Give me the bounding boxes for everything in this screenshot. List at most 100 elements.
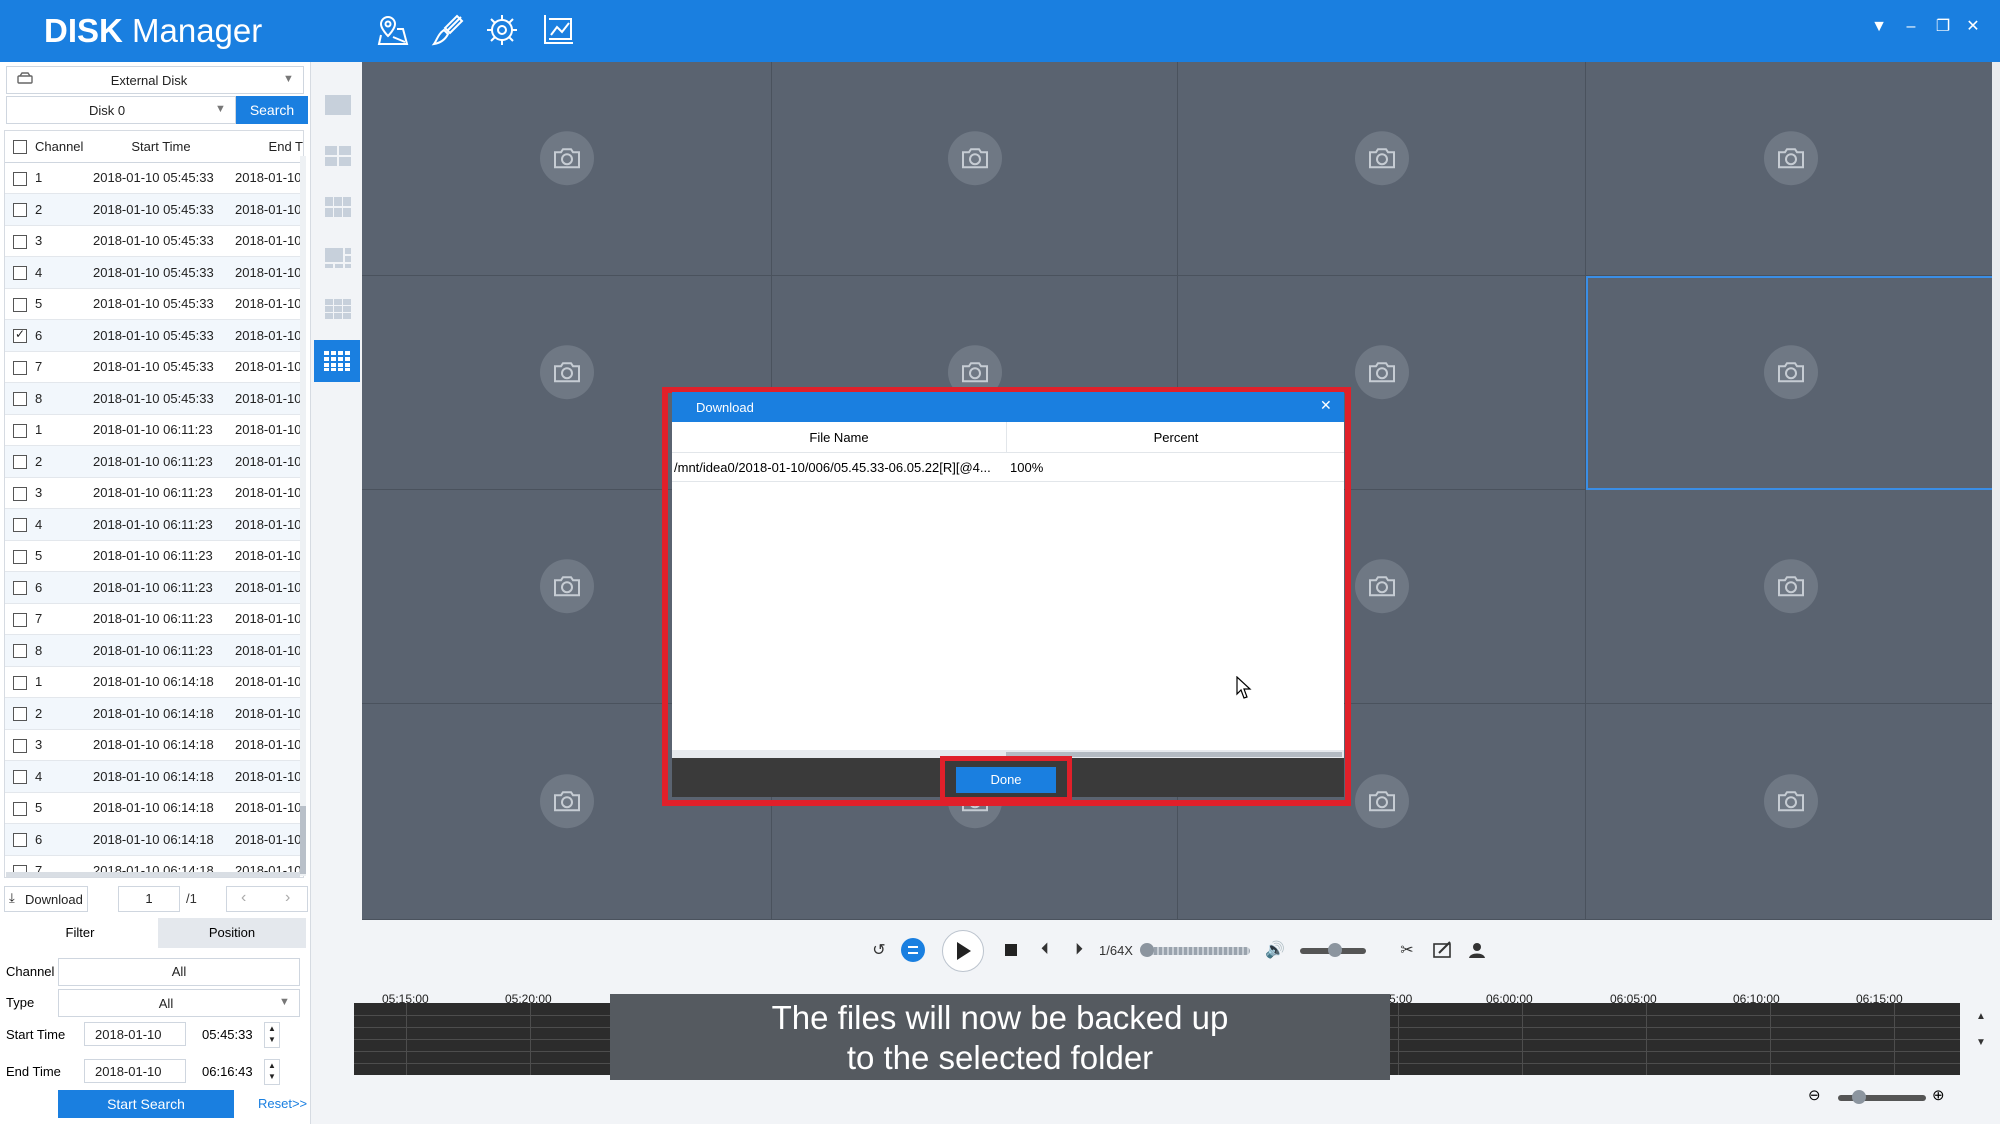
row-checkbox[interactable] — [13, 801, 27, 816]
table-row[interactable]: 62018-01-10 05:45:332018-01-10 — [5, 319, 303, 352]
row-checkbox[interactable] — [13, 360, 27, 375]
dialog-close-icon[interactable]: ✕ — [1320, 397, 1332, 414]
layout-16-button[interactable] — [314, 340, 360, 382]
select-all-cell[interactable] — [5, 131, 35, 163]
menu-dropdown-icon[interactable]: ▼ — [1866, 14, 1892, 40]
row-checkbox[interactable] — [13, 266, 27, 281]
start-time-input[interactable]: 05:45:33 — [202, 1027, 253, 1042]
step-back-icon[interactable]: ⏴ — [1030, 934, 1060, 966]
done-button[interactable]: Done — [956, 767, 1056, 793]
gear-icon[interactable] — [482, 10, 522, 50]
row-checkbox-cell[interactable] — [5, 760, 35, 793]
video-cell[interactable] — [1178, 62, 1586, 276]
table-row[interactable]: 5 2018-01-10 05:45:33 2018-01-10 — [5, 288, 303, 320]
row-checkbox-cell[interactable] — [5, 162, 35, 194]
list-scrollbar-thumb[interactable] — [300, 806, 306, 874]
minimize-icon[interactable]: – — [1898, 14, 1924, 40]
end-time-stepper[interactable]: ▲ ▼ — [264, 1059, 280, 1085]
video-cell[interactable] — [1586, 704, 1996, 920]
row-checkbox[interactable] — [13, 327, 27, 344]
row-checkbox-cell[interactable] — [5, 319, 35, 352]
list-hscrollbar[interactable] — [6, 872, 300, 877]
row-checkbox-cell[interactable] — [5, 666, 35, 698]
start-time-stepper[interactable]: ▲ ▼ — [264, 1022, 280, 1048]
table-row[interactable]: 3 2018-01-10 06:11:23 2018-01-10 — [5, 477, 303, 509]
row-checkbox-cell[interactable] — [5, 823, 35, 856]
table-row[interactable]: 4 2018-01-10 06:14:18 2018-01-10 — [5, 760, 303, 793]
row-checkbox[interactable] — [13, 549, 27, 564]
disk-select[interactable]: Disk 0 ▼ — [6, 96, 236, 124]
map-pin-icon[interactable] — [374, 10, 414, 50]
layout-6-button[interactable] — [318, 190, 358, 224]
row-checkbox-cell[interactable] — [5, 256, 35, 289]
download-row[interactable]: /mnt/idea0/2018-01-10/006/05.45.33-06.05… — [672, 453, 1344, 482]
step-forward-icon[interactable]: ⏵ — [1064, 934, 1094, 966]
layout-9-button[interactable] — [318, 292, 358, 326]
table-row[interactable]: 8 2018-01-10 06:11:23 2018-01-10 — [5, 634, 303, 667]
table-row[interactable]: 7 2018-01-10 05:45:33 2018-01-10 — [5, 351, 303, 383]
row-checkbox-cell[interactable] — [5, 697, 35, 730]
type-select[interactable]: All ▼ — [58, 989, 300, 1017]
reset-link[interactable]: Reset>> — [258, 1096, 307, 1111]
grid-scrollbar[interactable] — [1992, 62, 2000, 920]
table-row[interactable]: 5 2018-01-10 06:11:23 2018-01-10 — [5, 540, 303, 572]
table-row[interactable]: 8 2018-01-10 05:45:33 2018-01-10 — [5, 382, 303, 415]
table-row[interactable]: 6 2018-01-10 06:14:18 2018-01-10 — [5, 823, 303, 856]
row-checkbox-cell[interactable] — [5, 225, 35, 257]
table-row[interactable]: 4 2018-01-10 05:45:33 2018-01-10 — [5, 256, 303, 289]
list-scrollbar[interactable] — [300, 156, 306, 876]
start-search-button[interactable]: Start Search — [58, 1090, 234, 1118]
volume-icon[interactable]: 🔊 — [1260, 934, 1290, 966]
table-row[interactable]: 2 2018-01-10 06:14:18 2018-01-10 — [5, 697, 303, 730]
chart-icon[interactable] — [538, 10, 578, 50]
row-checkbox-cell[interactable] — [5, 729, 35, 761]
table-row[interactable]: 4 2018-01-10 06:11:23 2018-01-10 — [5, 508, 303, 541]
table-row[interactable]: 2 2018-01-10 06:11:23 2018-01-10 — [5, 445, 303, 478]
row-checkbox-cell[interactable] — [5, 288, 35, 320]
tab-filter[interactable]: Filter — [4, 918, 156, 948]
row-checkbox-cell[interactable] — [5, 193, 35, 226]
row-checkbox[interactable] — [13, 675, 27, 690]
brush-icon[interactable] — [428, 10, 468, 50]
row-checkbox-cell[interactable] — [5, 540, 35, 572]
row-checkbox[interactable] — [13, 297, 27, 312]
layout-1-button[interactable] — [318, 88, 358, 122]
end-date-input[interactable]: 2018-01-10 — [84, 1059, 186, 1083]
video-cell[interactable] — [1586, 276, 1996, 490]
row-checkbox[interactable] — [13, 707, 27, 722]
table-row[interactable]: 3 2018-01-10 05:45:33 2018-01-10 — [5, 225, 303, 257]
disk-type-select[interactable]: External Disk ▼ — [6, 66, 304, 94]
row-checkbox[interactable] — [13, 203, 27, 218]
table-row[interactable]: 6 2018-01-10 06:11:23 2018-01-10 — [5, 571, 303, 604]
prev-page-icon[interactable]: ‹ — [241, 889, 246, 907]
end-time-input[interactable]: 06:16:43 — [202, 1064, 253, 1079]
row-checkbox[interactable] — [13, 455, 27, 470]
select-all-checkbox[interactable] — [13, 140, 27, 155]
row-checkbox[interactable] — [13, 392, 27, 407]
row-checkbox-cell[interactable] — [5, 603, 35, 635]
scissors-icon[interactable]: ✂ — [1392, 934, 1422, 966]
start-date-input[interactable]: 2018-01-10 — [84, 1022, 186, 1046]
layout-8-button[interactable] — [318, 241, 358, 275]
speed-slider[interactable] — [1144, 947, 1250, 955]
rewind-icon[interactable]: ↺ — [864, 934, 894, 966]
row-checkbox[interactable] — [13, 738, 27, 753]
close-icon[interactable]: ✕ — [1960, 14, 1986, 40]
table-row[interactable]: 1 2018-01-10 06:14:18 2018-01-10 — [5, 666, 303, 698]
row-checkbox-cell[interactable] — [5, 414, 35, 446]
row-checkbox[interactable] — [13, 518, 27, 533]
zoom-in-icon[interactable]: ⊕ — [1932, 1086, 1945, 1104]
row-checkbox[interactable] — [13, 234, 27, 249]
row-checkbox[interactable] — [13, 612, 27, 627]
table-row[interactable]: 5 2018-01-10 06:14:18 2018-01-10 — [5, 792, 303, 824]
download-button[interactable]: ⤓ Download — [4, 886, 88, 912]
timeline-scroll-buttons[interactable]: ▲ ▼ — [1972, 1004, 1990, 1060]
page-input[interactable]: 1 — [118, 886, 180, 912]
row-checkbox[interactable] — [13, 171, 27, 186]
channel-select[interactable]: All — [58, 958, 300, 986]
video-cell[interactable] — [772, 62, 1178, 276]
row-checkbox[interactable] — [13, 423, 27, 438]
video-cell[interactable] — [362, 62, 772, 276]
table-row[interactable]: 1 2018-01-10 06:11:23 2018-01-10 — [5, 414, 303, 446]
row-checkbox-cell[interactable] — [5, 792, 35, 824]
